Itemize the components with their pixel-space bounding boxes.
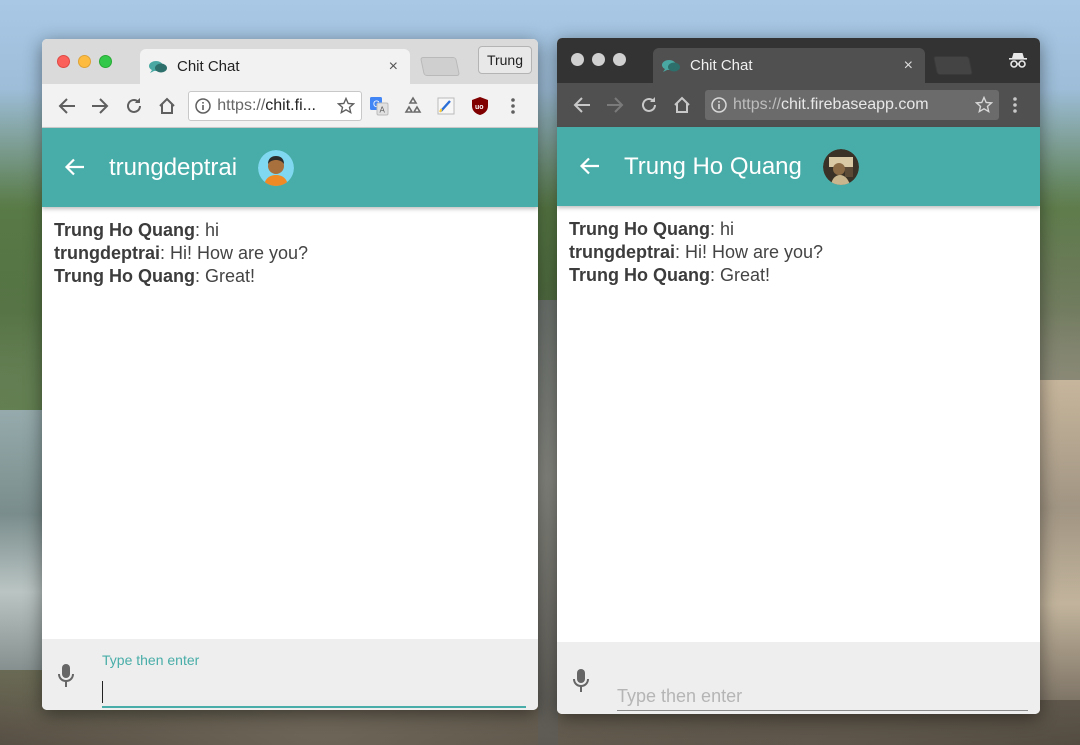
microphone-icon[interactable] <box>571 668 591 694</box>
profile-button[interactable]: Trung <box>477 46 532 74</box>
message-input-label: Type then enter <box>102 652 200 668</box>
app-bar: Trung Ho Quang <box>557 127 1040 206</box>
star-icon[interactable] <box>337 96 356 115</box>
tab-title: Chit Chat <box>690 57 753 74</box>
message-composer: Type then enter <box>557 642 1040 714</box>
list-item: Trung Ho Quang: Great! <box>54 266 256 286</box>
address-bar[interactable]: https://chit.firebaseapp.com <box>704 90 999 120</box>
reload-icon <box>641 97 656 112</box>
browser-toolbar: https://chit.firebaseapp.com <box>557 83 1040 127</box>
close-window-button[interactable] <box>57 55 70 68</box>
arrow-left-icon <box>573 97 590 113</box>
message-input[interactable]: Type then enter <box>617 642 1028 714</box>
info-icon <box>195 97 211 114</box>
close-window-button[interactable] <box>571 53 584 66</box>
home-icon <box>159 97 176 114</box>
tab-chit-chat[interactable]: Chit Chat × <box>140 49 410 84</box>
info-icon <box>711 97 727 113</box>
url-text: https://chit.firebaseapp.com <box>732 96 929 113</box>
reload-button[interactable] <box>117 91 151 121</box>
list-item: Trung Ho Quang: Great! <box>569 265 771 285</box>
arrow-right-icon <box>92 97 109 114</box>
message-input[interactable]: Type then enter <box>102 639 526 710</box>
tab-chit-chat[interactable]: Chit Chat × <box>653 48 925 83</box>
star-icon[interactable] <box>974 96 993 114</box>
chat-partner-name: trungdeptrai <box>109 153 238 181</box>
minimize-window-button[interactable] <box>592 53 605 66</box>
arrow-left-icon <box>58 97 75 114</box>
microphone-icon[interactable] <box>56 663 76 689</box>
menu-dots-icon[interactable] <box>999 90 1032 120</box>
chat-bubble-icon <box>148 60 168 74</box>
menu-dots-icon[interactable] <box>496 91 530 121</box>
tab-close-icon[interactable]: × <box>389 58 398 76</box>
app-bar: trungdeptrai <box>42 128 538 207</box>
back-arrow-icon[interactable] <box>63 155 89 181</box>
tab-strip: Chit Chat × <box>557 38 1040 83</box>
background-river <box>538 300 558 745</box>
reload-icon <box>126 97 141 113</box>
home-button[interactable] <box>151 91 185 121</box>
browser-window-right: Chit Chat × https://chit.firebaseapp.com <box>557 38 1040 714</box>
back-nav-button[interactable] <box>565 90 598 120</box>
ublock-icon[interactable]: uo <box>463 91 497 121</box>
background-rocks <box>1038 380 1080 700</box>
svg-text:uo: uo <box>475 104 484 111</box>
input-underline <box>102 706 526 708</box>
translate-icon[interactable]: GA <box>362 91 396 121</box>
text-caret <box>102 681 103 703</box>
home-button[interactable] <box>665 90 698 120</box>
list-item: Trung Ho Quang: hi <box>569 219 735 239</box>
maximize-window-button[interactable] <box>99 55 112 68</box>
list-item: trungdeptrai: Hi! How are you? <box>54 243 309 263</box>
avatar <box>258 149 295 186</box>
message-list: Trung Ho Quang: hi trungdeptrai: Hi! How… <box>42 207 538 300</box>
forward-nav-button[interactable] <box>84 91 118 121</box>
url-text: https://chit.fi... <box>217 96 316 114</box>
svg-text:A: A <box>379 105 385 114</box>
window-controls <box>57 55 112 68</box>
message-list: Trung Ho Quang: hi trungdeptrai: Hi! How… <box>557 206 1040 299</box>
tab-strip: Chit Chat × Trung <box>42 39 538 84</box>
background-water <box>0 410 45 670</box>
recycle-icon[interactable] <box>396 91 430 121</box>
tab-close-icon[interactable]: × <box>904 57 913 75</box>
back-nav-button[interactable] <box>50 91 84 121</box>
new-tab-button[interactable] <box>419 57 461 76</box>
browser-toolbar: https://chit.fi... GA uo <box>42 84 538 128</box>
address-bar[interactable]: https://chit.fi... <box>188 90 363 121</box>
message-input-placeholder: Type then enter <box>617 686 743 706</box>
message-composer: Type then enter <box>42 639 538 710</box>
home-icon <box>674 96 690 113</box>
back-arrow-icon[interactable] <box>578 154 604 180</box>
new-tab-button[interactable] <box>932 56 974 75</box>
input-underline <box>617 710 1028 711</box>
notepad-icon[interactable] <box>429 91 463 121</box>
browser-window-left: Chit Chat × Trung https://chit.fi... GA <box>42 39 538 710</box>
tab-title: Chit Chat <box>177 58 240 75</box>
avatar <box>822 148 859 185</box>
chat-partner-name: Trung Ho Quang <box>624 152 802 180</box>
incognito-icon <box>1008 50 1028 70</box>
maximize-window-button[interactable] <box>613 53 626 66</box>
window-controls <box>571 53 626 66</box>
forward-nav-button[interactable] <box>598 90 631 120</box>
list-item: trungdeptrai: Hi! How are you? <box>569 242 824 262</box>
minimize-window-button[interactable] <box>78 55 91 68</box>
chat-bubble-icon <box>661 59 681 73</box>
list-item: Trung Ho Quang: hi <box>54 220 220 240</box>
reload-button[interactable] <box>632 90 665 120</box>
arrow-right-icon <box>607 97 624 113</box>
